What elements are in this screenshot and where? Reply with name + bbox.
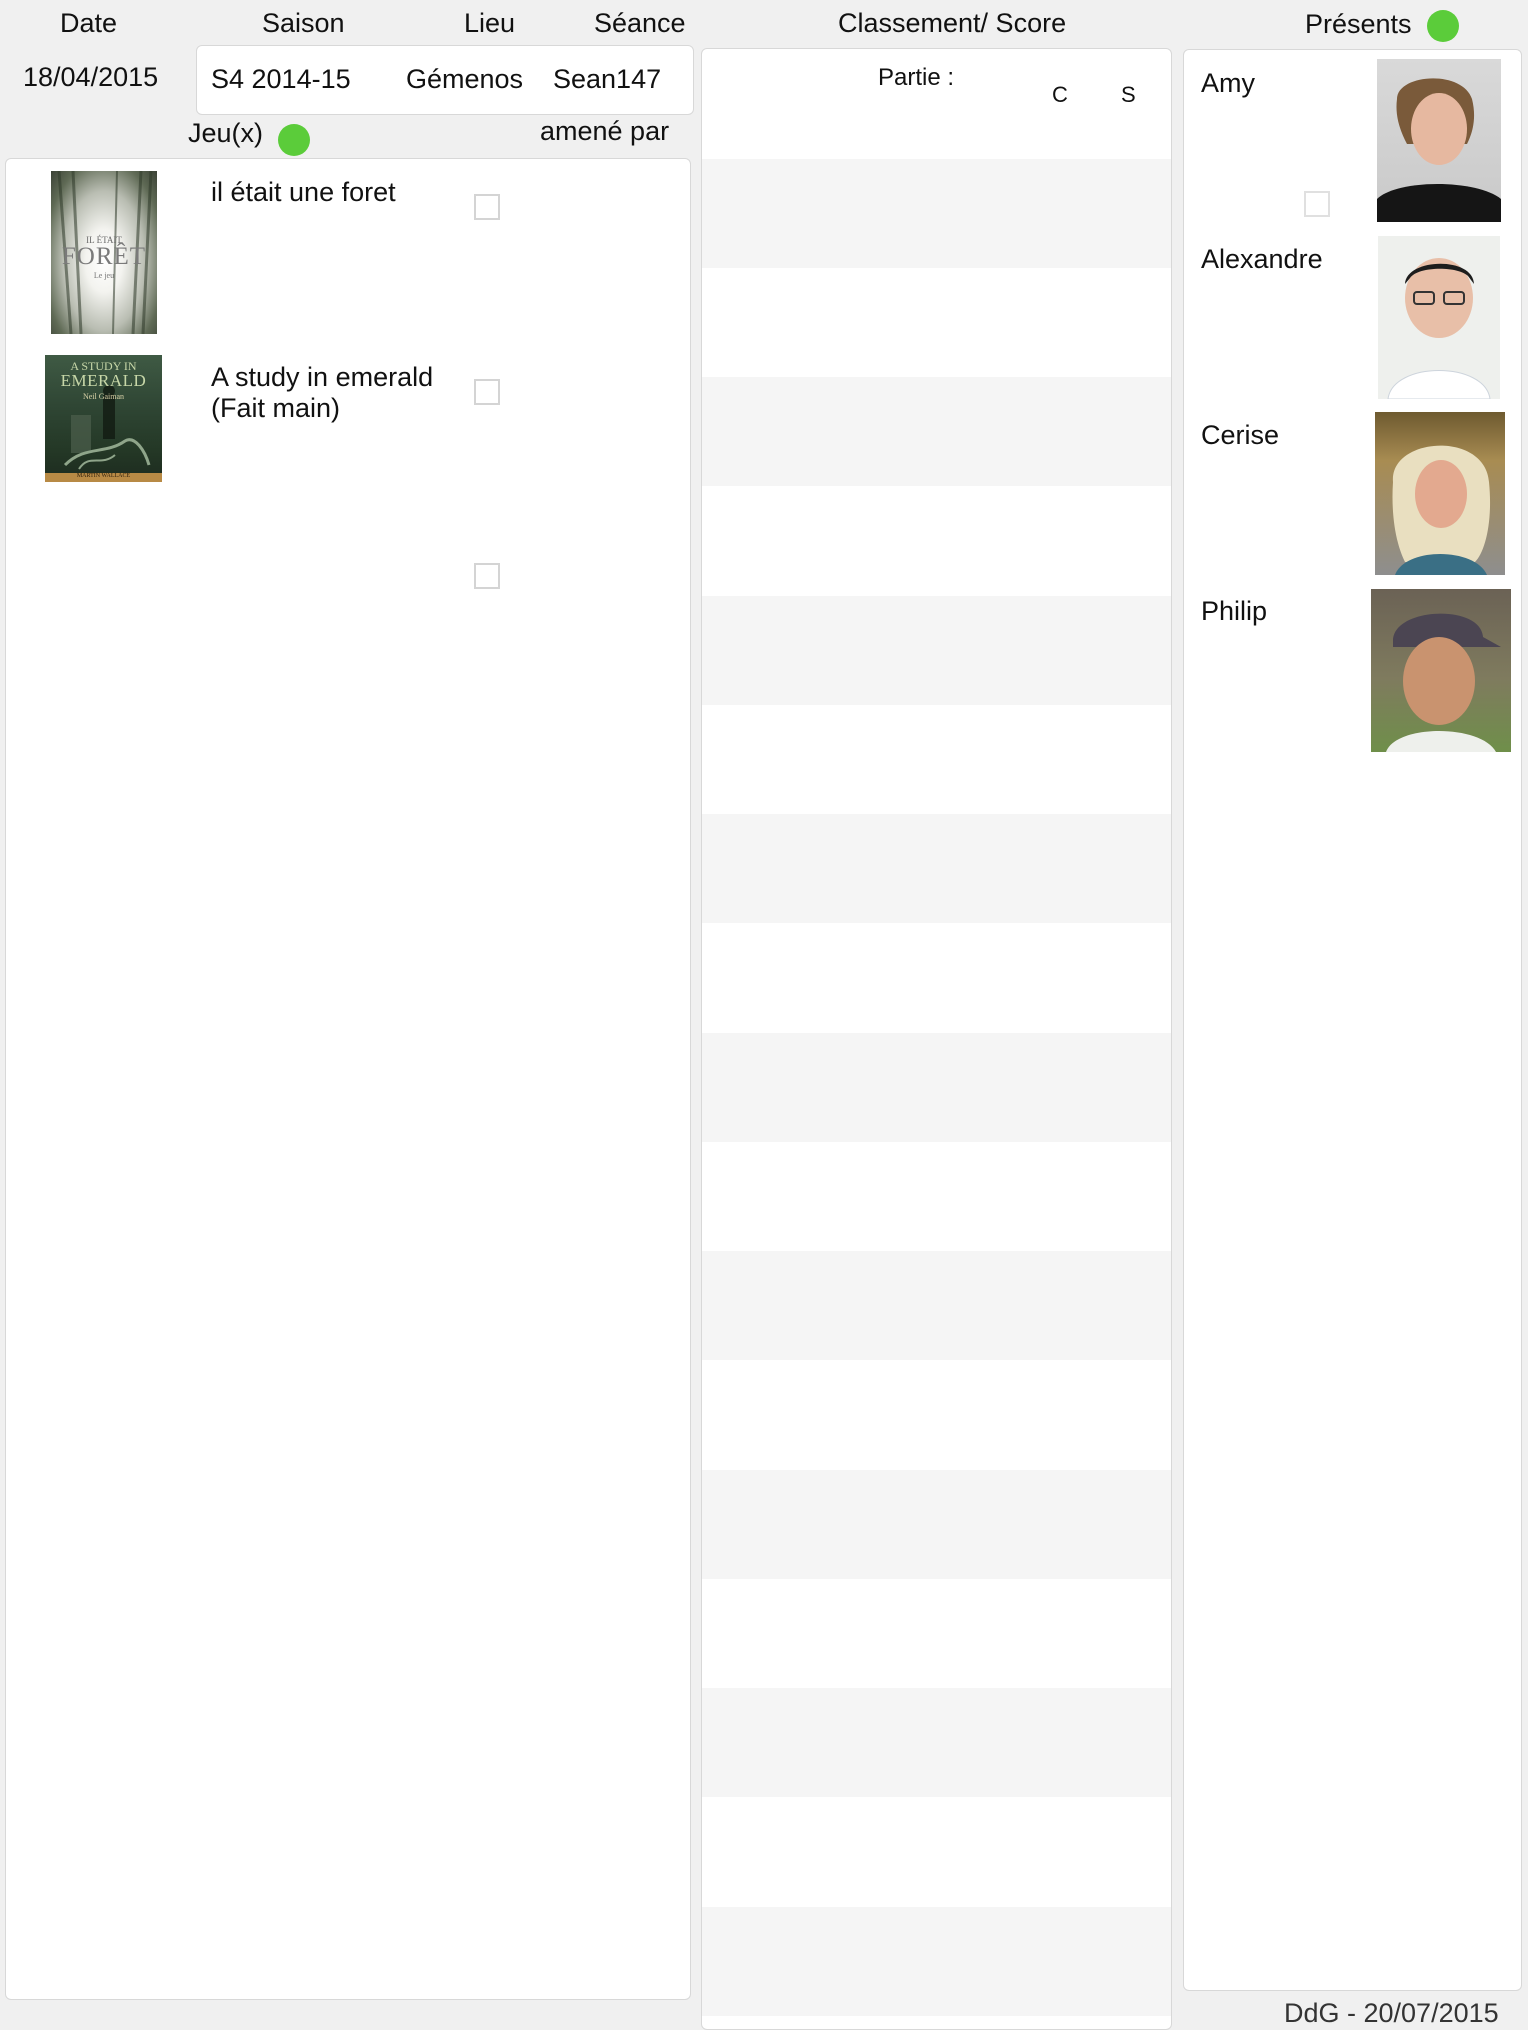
score-row-stripe (702, 159, 1171, 268)
player-name-amy[interactable]: Amy (1201, 68, 1255, 99)
header-seance: Séance (594, 8, 686, 38)
game-cover-foret[interactable]: IL ÉTAIT FORÊT Le jeu (51, 171, 157, 334)
games-header-label: Jeu(x) (188, 118, 264, 148)
session-seance[interactable]: Sean147 (553, 64, 661, 95)
game-cover-emerald[interactable]: A STUDY IN EMERALD Neil Gaiman MARTIN WA… (45, 355, 162, 482)
header-date: Date (60, 8, 118, 38)
player-photo-cerise[interactable] (1375, 412, 1505, 575)
session-saison[interactable]: S4 2014-15 (211, 64, 351, 95)
header-classement: Classement/ Score (838, 8, 1067, 38)
cover-foret-line3: Le jeu (93, 271, 115, 280)
partie-label: Partie : (878, 64, 955, 91)
player-photo-philip[interactable] (1371, 589, 1511, 752)
header-presents: Présents (1305, 9, 1412, 39)
score-row-stripe (702, 814, 1171, 923)
score-panel: Partie : C S (701, 48, 1172, 2030)
score-row-stripe (702, 1688, 1171, 1797)
session-info-box: S4 2014-15 Gémenos Sean147 (196, 45, 694, 115)
game-checkbox-1[interactable] (474, 194, 500, 220)
score-row-stripe (702, 1907, 1171, 2016)
score-col-c: C (1052, 82, 1068, 107)
session-date[interactable]: 18/04/2015 (23, 62, 158, 93)
player-name-alexandre[interactable]: Alexandre (1201, 244, 1323, 275)
footer-text: DdG - 20/07/2015 (1284, 1998, 1499, 2028)
score-row-stripe (702, 596, 1171, 705)
players-panel: Amy Alexandre Cerise Philip (1183, 49, 1522, 1991)
player-name-cerise[interactable]: Cerise (1201, 420, 1279, 451)
player-checkbox-amy[interactable] (1304, 191, 1330, 217)
game-title-2[interactable]: A study in emerald (Fait main) (211, 362, 461, 424)
avatar-cerise-icon (1392, 445, 1491, 575)
game-checkbox-3[interactable] (474, 563, 500, 589)
cover-foret-title: FORÊT (61, 243, 147, 270)
games-status-icon[interactable] (278, 124, 310, 156)
header-saison: Saison (262, 8, 345, 38)
header-lieu: Lieu (464, 8, 516, 38)
cover-emerald-title: EMERALD (60, 371, 147, 390)
player-photo-alexandre[interactable] (1378, 236, 1500, 399)
cover-emerald-designer: MARTIN WALLACE (76, 473, 131, 479)
score-col-s: S (1121, 82, 1136, 107)
session-lieu[interactable]: Gémenos (406, 64, 523, 95)
player-photo-amy[interactable] (1377, 59, 1501, 222)
player-name-philip[interactable]: Philip (1201, 596, 1267, 627)
games-panel: IL ÉTAIT FORÊT Le jeu il était une foret… (5, 158, 691, 2000)
score-row-stripe (702, 1251, 1171, 1360)
presents-status-icon[interactable] (1427, 10, 1459, 42)
cover-emerald-author: Neil Gaiman (82, 392, 125, 401)
score-row-stripe (702, 377, 1171, 486)
game-title-1[interactable]: il était une foret (211, 177, 396, 208)
avatar-alexandre-icon (1387, 258, 1491, 399)
game-checkbox-2[interactable] (474, 379, 500, 405)
brought-by-header: amené par (540, 116, 670, 146)
score-row-stripe (702, 1033, 1171, 1142)
avatar-amy-icon (1377, 78, 1501, 222)
score-row-stripe (702, 1470, 1171, 1579)
avatar-philip-icon (1386, 613, 1501, 752)
